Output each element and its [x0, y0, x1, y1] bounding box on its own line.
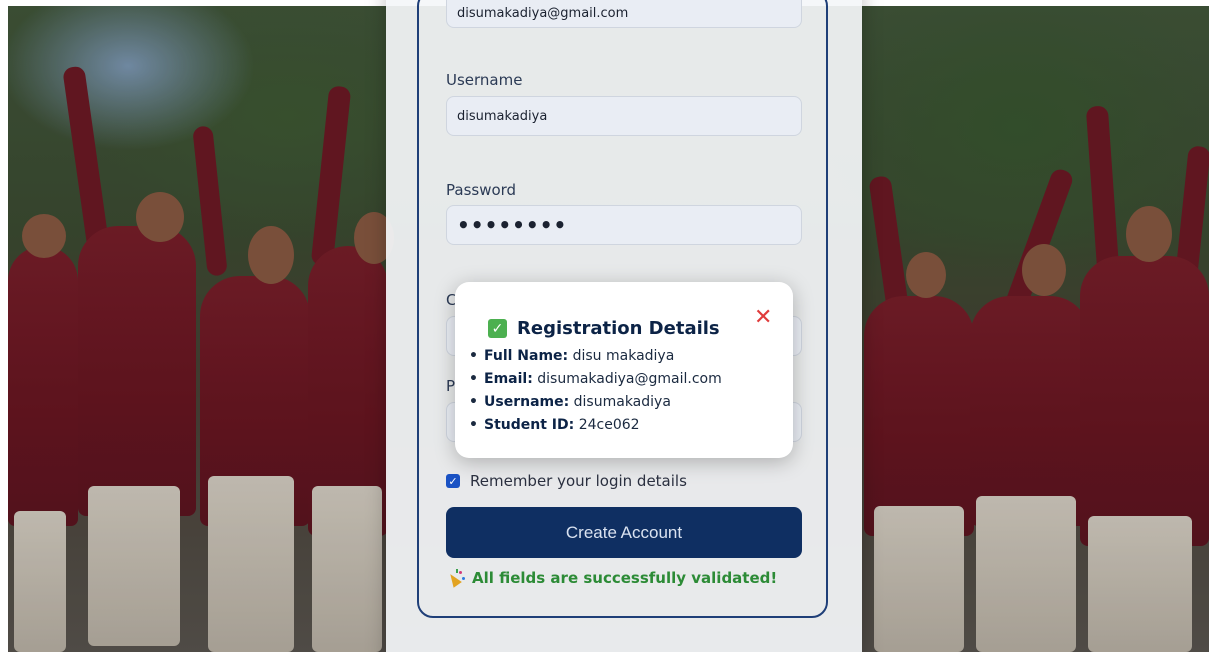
modal-title-text: Registration Details	[517, 318, 720, 339]
app-stage: disumakadiya@gmail.com Username disumaka…	[0, 0, 1209, 652]
success-message-text: All fields are successfully validated!	[472, 569, 778, 587]
email-field[interactable]: disumakadiya@gmail.com	[446, 0, 802, 28]
details-value: disu makadiya	[572, 348, 675, 364]
student-id-label: P	[446, 377, 456, 395]
password-field-value: ••••••••	[457, 213, 568, 237]
username-field-value: disumakadiya	[457, 108, 548, 124]
details-value: disumakadiya@gmail.com	[537, 371, 722, 387]
password-field[interactable]: ••••••••	[446, 205, 802, 245]
validation-success-message: All fields are successfully validated!	[446, 569, 778, 588]
modal-title: ✓ Registration Details	[488, 318, 720, 339]
details-row-student-id: • Student ID: 24ce062	[469, 417, 640, 433]
username-label: Username	[446, 71, 523, 89]
details-value: 24ce062	[578, 417, 640, 433]
registration-details-list: • Full Name: disu makadiya • Email: disuma…	[469, 345, 722, 437]
details-row-username: • Username: disumakadiya	[469, 394, 671, 410]
details-key: Email:	[484, 371, 533, 387]
close-icon[interactable]: ✕	[754, 307, 772, 329]
email-field-value: disumakadiya@gmail.com	[457, 5, 629, 21]
check-box-icon: ✓	[488, 319, 507, 338]
remember-label: Remember your login details	[470, 472, 687, 490]
details-key: Username:	[484, 394, 570, 410]
registration-details-modal: ✓ Registration Details ✕ • Full Name: dis…	[455, 282, 793, 458]
remember-row[interactable]: ✓ Remember your login details	[446, 472, 687, 490]
details-row-full-name: • Full Name: disu makadiya	[469, 348, 675, 364]
details-key: Full Name:	[484, 348, 569, 364]
create-account-button[interactable]: Create Account	[446, 507, 802, 558]
details-value: disumakadiya	[573, 394, 671, 410]
username-field[interactable]: disumakadiya	[446, 96, 802, 136]
details-key: Student ID:	[484, 417, 575, 433]
checkbox-checked-icon[interactable]: ✓	[446, 474, 460, 488]
password-label: Password	[446, 181, 517, 199]
party-popper-icon	[446, 569, 466, 588]
details-row-email: • Email: disumakadiya@gmail.com	[469, 371, 722, 387]
